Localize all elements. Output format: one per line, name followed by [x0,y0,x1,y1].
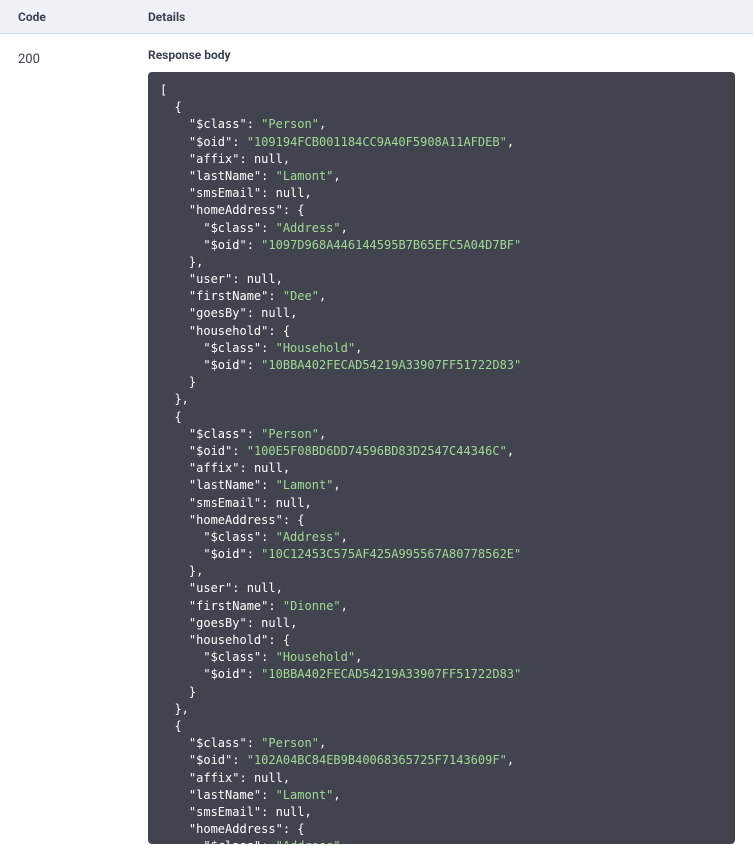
header-code-col: Code [18,6,148,25]
header-details-label: Details [148,10,185,24]
table-header: Code Details [0,0,753,34]
response-body-code[interactable]: [ { "$class": "Person", "$oid": "109194F… [148,72,735,844]
status-code: 200 [18,52,40,67]
response-body-label: Response body [148,48,735,62]
json-content: [ { "$class": "Person", "$oid": "109194F… [160,83,521,844]
status-code-col: 200 [18,48,148,844]
header-details-col: Details [148,6,735,25]
header-code-label: Code [18,10,46,24]
response-details: Response body [ { "$class": "Person", "$… [148,48,735,844]
response-row: 200 Response body [ { "$class": "Person"… [0,34,753,844]
